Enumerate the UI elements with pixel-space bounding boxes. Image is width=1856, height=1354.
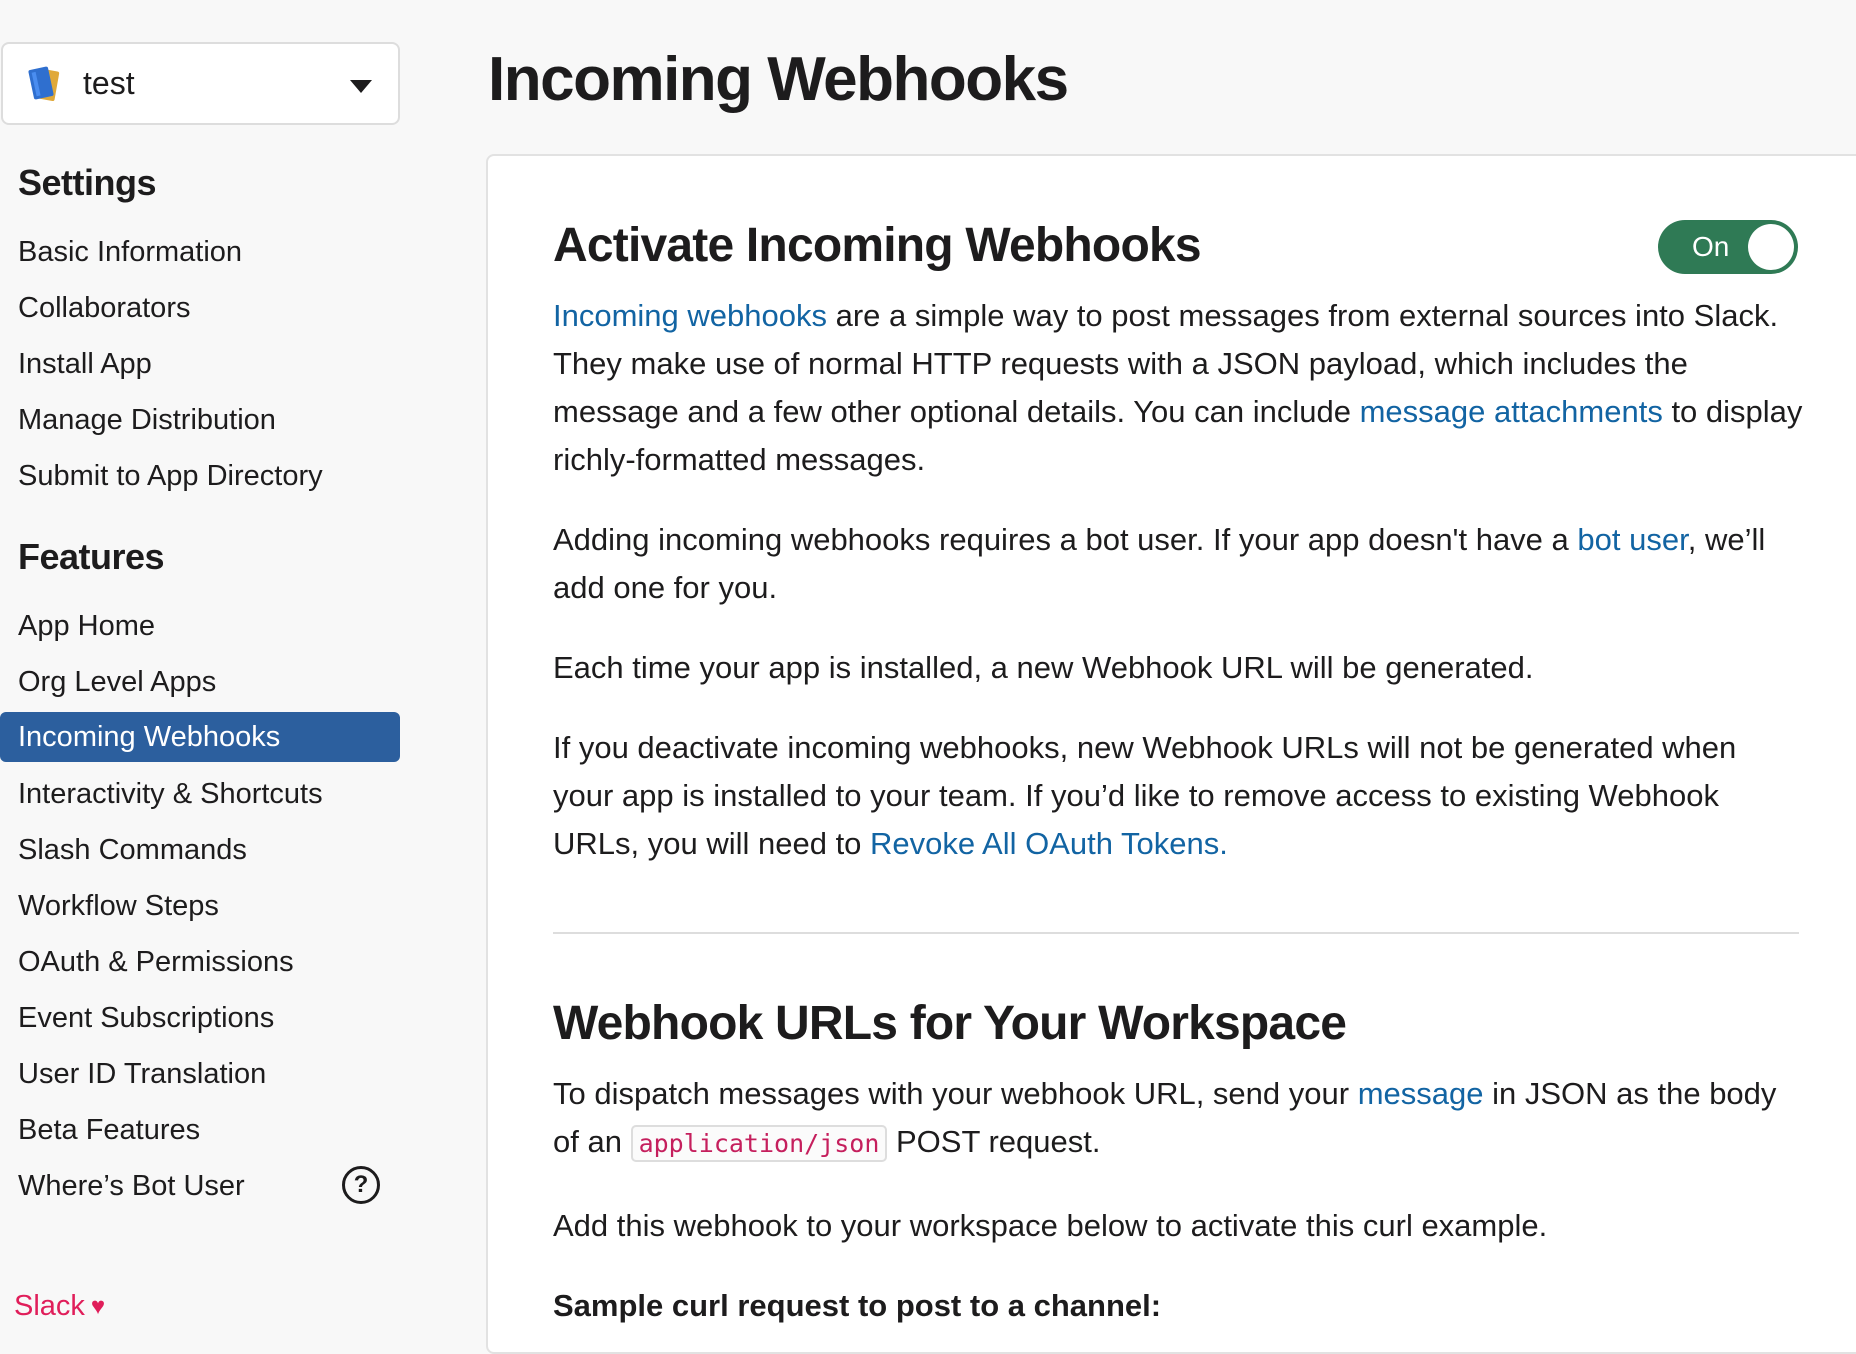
sidebar-item-workflow-steps[interactable]: Workflow Steps bbox=[0, 881, 400, 931]
activate-heading: Activate Incoming Webhooks bbox=[553, 219, 1202, 272]
footer-brand-label: Slack bbox=[14, 1290, 85, 1322]
sidebar-item-basic-information[interactable]: Basic Information bbox=[0, 227, 400, 277]
sidebar-item-oauth-permissions[interactable]: OAuth & Permissions bbox=[0, 937, 400, 987]
sidebar-item-beta-features[interactable]: Beta Features bbox=[0, 1105, 400, 1155]
activate-paragraph-4: If you deactivate incoming webhooks, new… bbox=[553, 724, 1803, 868]
webhook-urls-paragraph-2: Add this webhook to your workspace below… bbox=[553, 1208, 1548, 1243]
sidebar-item-wheres-bot-user[interactable]: Where’s Bot User bbox=[0, 1161, 400, 1211]
page-title: Incoming Webhooks bbox=[488, 45, 1069, 114]
message-attachments-link[interactable]: message attachments bbox=[1360, 394, 1663, 429]
help-icon[interactable]: ? bbox=[342, 1166, 380, 1204]
activate-paragraph-1: Incoming webhooks are a simple way to po… bbox=[553, 292, 1803, 484]
activate-paragraph-2: Adding incoming webhooks requires a bot … bbox=[553, 516, 1803, 612]
sidebar-item-manage-distribution[interactable]: Manage Distribution bbox=[0, 395, 400, 445]
settings-section-title: Settings bbox=[18, 162, 157, 203]
app-name: test bbox=[83, 65, 135, 101]
sidebar: test Settings Basic Information Collabor… bbox=[0, 0, 400, 1340]
app-icon bbox=[28, 66, 60, 101]
webhook-urls-heading: Webhook URLs for Your Workspace bbox=[553, 997, 1347, 1050]
activate-paragraph-3: Each time your app is installed, a new W… bbox=[553, 650, 1534, 685]
section-divider bbox=[553, 932, 1799, 934]
sample-curl-label: Sample curl request to post to a channel… bbox=[553, 1288, 1162, 1323]
activate-toggle[interactable]: On bbox=[1658, 220, 1798, 274]
sidebar-item-collaborators[interactable]: Collaborators bbox=[0, 283, 400, 333]
app-selector[interactable]: test bbox=[1, 42, 400, 125]
revoke-tokens-link[interactable]: Revoke All OAuth Tokens. bbox=[870, 826, 1228, 861]
sidebar-item-user-id-translation[interactable]: User ID Translation bbox=[0, 1049, 400, 1099]
sidebar-item-slash-commands[interactable]: Slash Commands bbox=[0, 825, 400, 875]
toggle-label: On bbox=[1692, 231, 1730, 262]
sidebar-item-interactivity-shortcuts[interactable]: Interactivity & Shortcuts bbox=[0, 769, 400, 819]
sidebar-item-incoming-webhooks[interactable]: Incoming Webhooks bbox=[0, 712, 400, 762]
incoming-webhooks-link[interactable]: Incoming webhooks bbox=[553, 298, 827, 333]
heart-icon: ♥ bbox=[90, 1292, 106, 1320]
webhook-urls-paragraph-1: To dispatch messages with your webhook U… bbox=[553, 1070, 1803, 1168]
sidebar-item-install-app[interactable]: Install App bbox=[0, 339, 400, 389]
sidebar-item-org-level-apps[interactable]: Org Level Apps bbox=[0, 657, 400, 707]
sidebar-item-event-subscriptions[interactable]: Event Subscriptions bbox=[0, 993, 400, 1043]
message-link[interactable]: message bbox=[1358, 1076, 1484, 1111]
bot-user-link[interactable]: bot user bbox=[1577, 522, 1687, 557]
paragraph-text: Adding incoming webhooks requires a bot … bbox=[553, 522, 1578, 557]
footer-brand[interactable]: Slack ♥ bbox=[14, 1290, 105, 1323]
chevron-down-icon bbox=[350, 80, 372, 93]
paragraph-text: POST request. bbox=[887, 1124, 1101, 1159]
sidebar-item-app-home[interactable]: App Home bbox=[0, 601, 400, 651]
sidebar-item-submit-to-app-directory[interactable]: Submit to App Directory bbox=[0, 451, 400, 501]
toggle-knob bbox=[1748, 224, 1794, 270]
content-type-code: application/json bbox=[630, 1125, 888, 1162]
features-section-title: Features bbox=[18, 536, 165, 577]
paragraph-text: To dispatch messages with your webhook U… bbox=[553, 1076, 1358, 1111]
